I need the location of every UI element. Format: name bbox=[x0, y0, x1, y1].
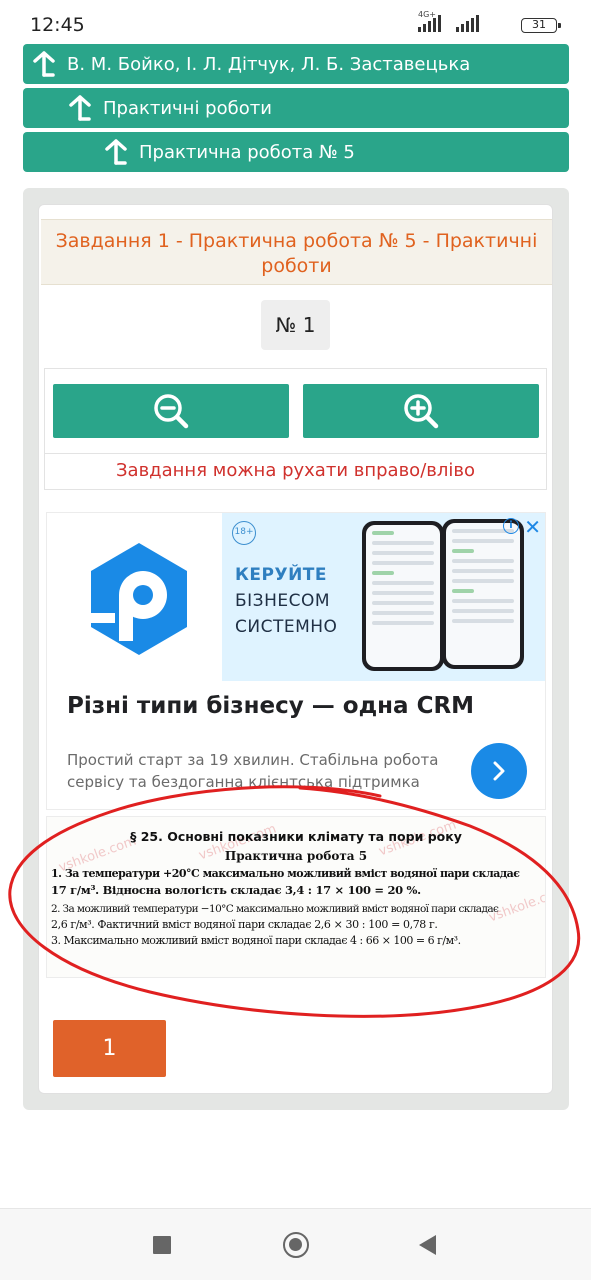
red-annotation-circle bbox=[8, 785, 581, 1018]
breadcrumb-label: Практичні роботи bbox=[103, 97, 272, 119]
drag-hint: Завдання можна рухати вправо/вліво bbox=[44, 454, 547, 490]
ad-banner[interactable]: 18+ КЕРУЙТЕ БІЗНЕСОМ СИСТЕМНО i ✕ bbox=[222, 513, 545, 681]
ad-info-icon[interactable]: i bbox=[503, 518, 519, 534]
recent-apps-icon[interactable] bbox=[153, 1236, 171, 1254]
ad-headline[interactable]: Різні типи бізнесу — одна CRM bbox=[67, 693, 474, 719]
arrow-up-icon bbox=[33, 51, 55, 77]
breadcrumb-label: В. М. Бойко, І. Л. Дітчук, Л. Б. Заставе… bbox=[67, 53, 471, 75]
ad-slogan-line1: КЕРУЙТЕ bbox=[235, 565, 328, 585]
signal-indicators: 4G+ bbox=[418, 10, 479, 32]
crm-logo-icon bbox=[85, 543, 187, 655]
clock: 12:45 bbox=[30, 14, 85, 36]
zoom-out-button[interactable] bbox=[53, 384, 289, 438]
network-tag: 4G+ bbox=[418, 10, 436, 19]
breadcrumb-practical-work-5[interactable]: Практична робота № 5 bbox=[23, 132, 569, 172]
zoom-in-button[interactable] bbox=[303, 384, 539, 438]
status-bar: 12:45 4G+ 31 bbox=[0, 0, 591, 48]
back-icon[interactable] bbox=[419, 1235, 436, 1255]
advertisement[interactable]: 18+ КЕРУЙТЕ БІЗНЕСОМ СИСТЕМНО i ✕ Різні … bbox=[46, 512, 546, 810]
breadcrumb-author[interactable]: В. М. Бойко, І. Л. Дітчук, Л. Б. Заставе… bbox=[23, 44, 569, 84]
ad-slogan-line2: БІЗНЕСОМ bbox=[235, 591, 331, 611]
arrow-up-icon bbox=[69, 95, 91, 121]
zoom-out-icon bbox=[154, 394, 189, 429]
arrow-up-icon bbox=[105, 139, 127, 165]
battery-icon: 31 bbox=[521, 18, 561, 33]
breadcrumb-label: Практична робота № 5 bbox=[139, 141, 355, 163]
ad-logo-area bbox=[47, 513, 222, 681]
phone-mockup-icon bbox=[442, 519, 524, 669]
ad-slogan-line3: СИСТЕМНО bbox=[235, 617, 338, 637]
ad-close-icon[interactable]: ✕ bbox=[524, 515, 541, 539]
phone-mockup-icon bbox=[362, 521, 444, 671]
page-1-button[interactable]: 1 bbox=[53, 1020, 166, 1077]
task-number: № 1 bbox=[261, 300, 330, 350]
signal-icon bbox=[456, 14, 479, 32]
zoom-in-icon bbox=[404, 394, 439, 429]
task-title: Завдання 1 - Практична робота № 5 - Прак… bbox=[41, 219, 552, 285]
breadcrumb-practical-works[interactable]: Практичні роботи bbox=[23, 88, 569, 128]
age-rating-badge: 18+ bbox=[232, 521, 256, 545]
home-icon[interactable] bbox=[283, 1232, 309, 1258]
